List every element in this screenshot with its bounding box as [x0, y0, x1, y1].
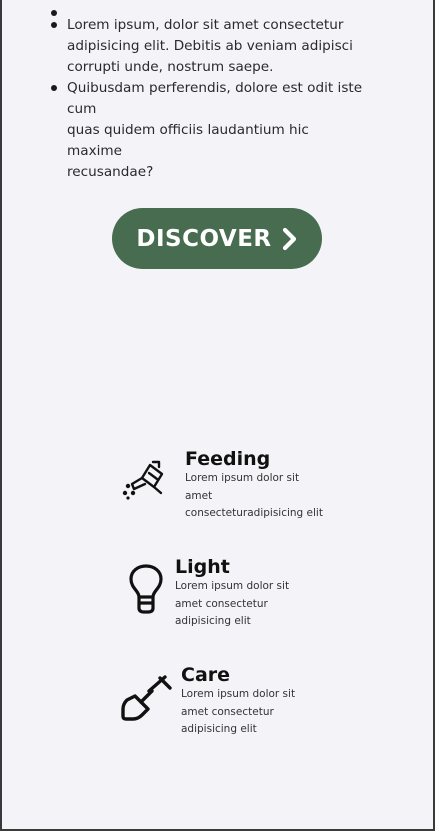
list-item-empty: [49, 0, 367, 16]
list-item-line: adipisicing elit. Debitis ab veniam adip…: [67, 38, 353, 54]
light-bulb-icon: [128, 564, 164, 614]
list-item-line: corrupti unde, nostrum saepe.: [67, 59, 274, 75]
feature-description: Lorem ipsum dolor sit amet consectetur a…: [181, 688, 296, 735]
feature-title: Care: [181, 664, 231, 686]
list-item-line: recusandae?: [67, 164, 154, 180]
feature-description: Lorem ipsum dolor sit amet consectetur a…: [175, 580, 290, 627]
list-item: Quibusdam perferendis, dolore est odit i…: [49, 78, 367, 183]
list-item: Lorem ipsum, dolor sit amet consectetur …: [49, 15, 367, 78]
feature-description: Lorem ipsum dolor sit amet consecteturad…: [185, 472, 323, 519]
discover-button[interactable]: DISCOVER: [112, 208, 322, 269]
list-item-line: Quibusdam perferendis, dolore est odit i…: [67, 80, 363, 117]
feature-care: Care Lorem ipsum dolor sit amet consecte…: [121, 664, 295, 739]
list-item-line: quas quidem officiis laudantium hic maxi…: [67, 122, 309, 159]
feature-title: Feeding: [185, 448, 271, 470]
list-item-line: Lorem ipsum, dolor sit amet consectetur: [67, 17, 344, 33]
shovel-icon: [121, 675, 173, 723]
watering-can-icon: [121, 460, 173, 500]
feature-feeding: Feeding Lorem ipsum dolor sit amet conse…: [121, 448, 323, 523]
feature-title: Light: [175, 556, 230, 578]
feature-light: Light Lorem ipsum dolor sit amet consect…: [128, 556, 289, 631]
discover-button-label: DISCOVER: [136, 225, 272, 252]
bullet-list: Lorem ipsum, dolor sit amet consectetur …: [49, 0, 367, 183]
chevron-right-icon: [282, 227, 298, 251]
